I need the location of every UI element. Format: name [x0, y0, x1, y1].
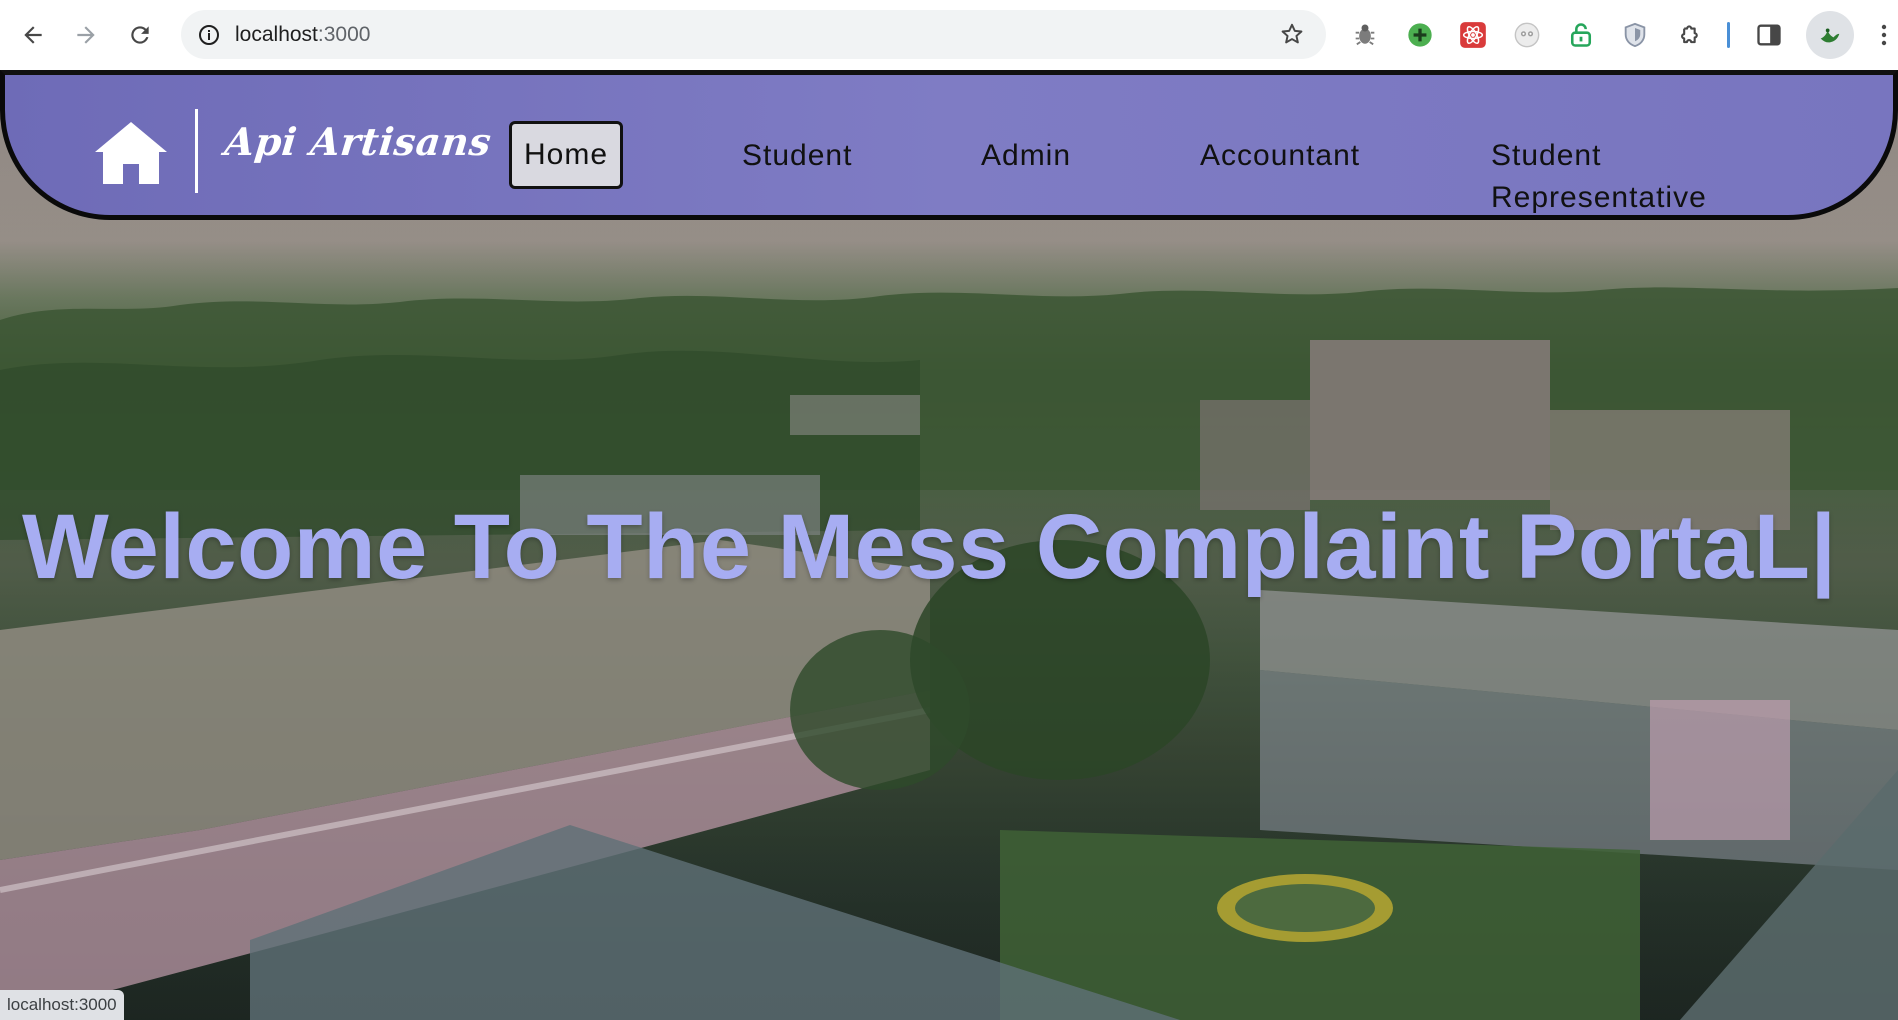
page-viewport: Api Artisans Home Student Admin Accounta… — [0, 70, 1898, 1020]
reload-icon — [131, 26, 149, 44]
hero-title: Welcome To The Mess Complaint PortaL| — [22, 496, 1837, 598]
nav-link-student[interactable]: Student — [742, 135, 852, 177]
lock-extension-icon[interactable] — [1566, 20, 1596, 50]
brand-divider — [195, 109, 198, 193]
reload-button[interactable] — [122, 17, 158, 53]
forward-button[interactable] — [68, 17, 104, 53]
profile-avatar-icon — [1820, 28, 1840, 43]
nav-link-accountant[interactable]: Accountant — [1200, 135, 1360, 177]
url-port: :3000 — [317, 22, 371, 46]
toolbar-separator — [1727, 22, 1730, 48]
home-icon[interactable] — [93, 120, 169, 186]
url-host: localhost — [235, 22, 318, 46]
brand-name: Api Artisans — [222, 119, 494, 164]
profile-avatar-button[interactable] — [1806, 11, 1854, 59]
address-bar[interactable]: localhost:3000 — [181, 10, 1326, 59]
face-extension-icon[interactable] — [1512, 20, 1542, 50]
back-button[interactable] — [15, 17, 51, 53]
bookmark-star-button[interactable] — [1276, 18, 1308, 50]
url-text[interactable]: localhost:3000 — [235, 23, 370, 47]
status-bubble: localhost:3000 — [0, 990, 124, 1020]
nav-link-admin[interactable]: Admin — [981, 135, 1071, 177]
bug-extension-icon[interactable] — [1350, 20, 1380, 50]
nav-link-student-representative[interactable]: Student Representative — [1491, 135, 1751, 219]
star-icon — [1281, 23, 1303, 44]
browser-toolbar: localhost:3000 — [0, 0, 1898, 70]
arrow-left-icon — [24, 26, 42, 44]
plus-extension-icon[interactable] — [1405, 20, 1435, 50]
more-vertical-icon — [1881, 24, 1887, 46]
shield-extension-icon[interactable] — [1620, 20, 1650, 50]
nav-link-home[interactable]: Home — [509, 121, 623, 189]
atom-extension-icon[interactable] — [1458, 20, 1488, 50]
browser-menu-button[interactable] — [1874, 18, 1894, 52]
site-info-icon[interactable] — [193, 19, 225, 51]
side-panel-icon[interactable] — [1754, 20, 1784, 50]
puzzle-extension-icon[interactable] — [1675, 20, 1705, 50]
arrow-right-icon — [77, 26, 95, 44]
site-navbar: Api Artisans Home Student Admin Accounta… — [0, 70, 1898, 220]
